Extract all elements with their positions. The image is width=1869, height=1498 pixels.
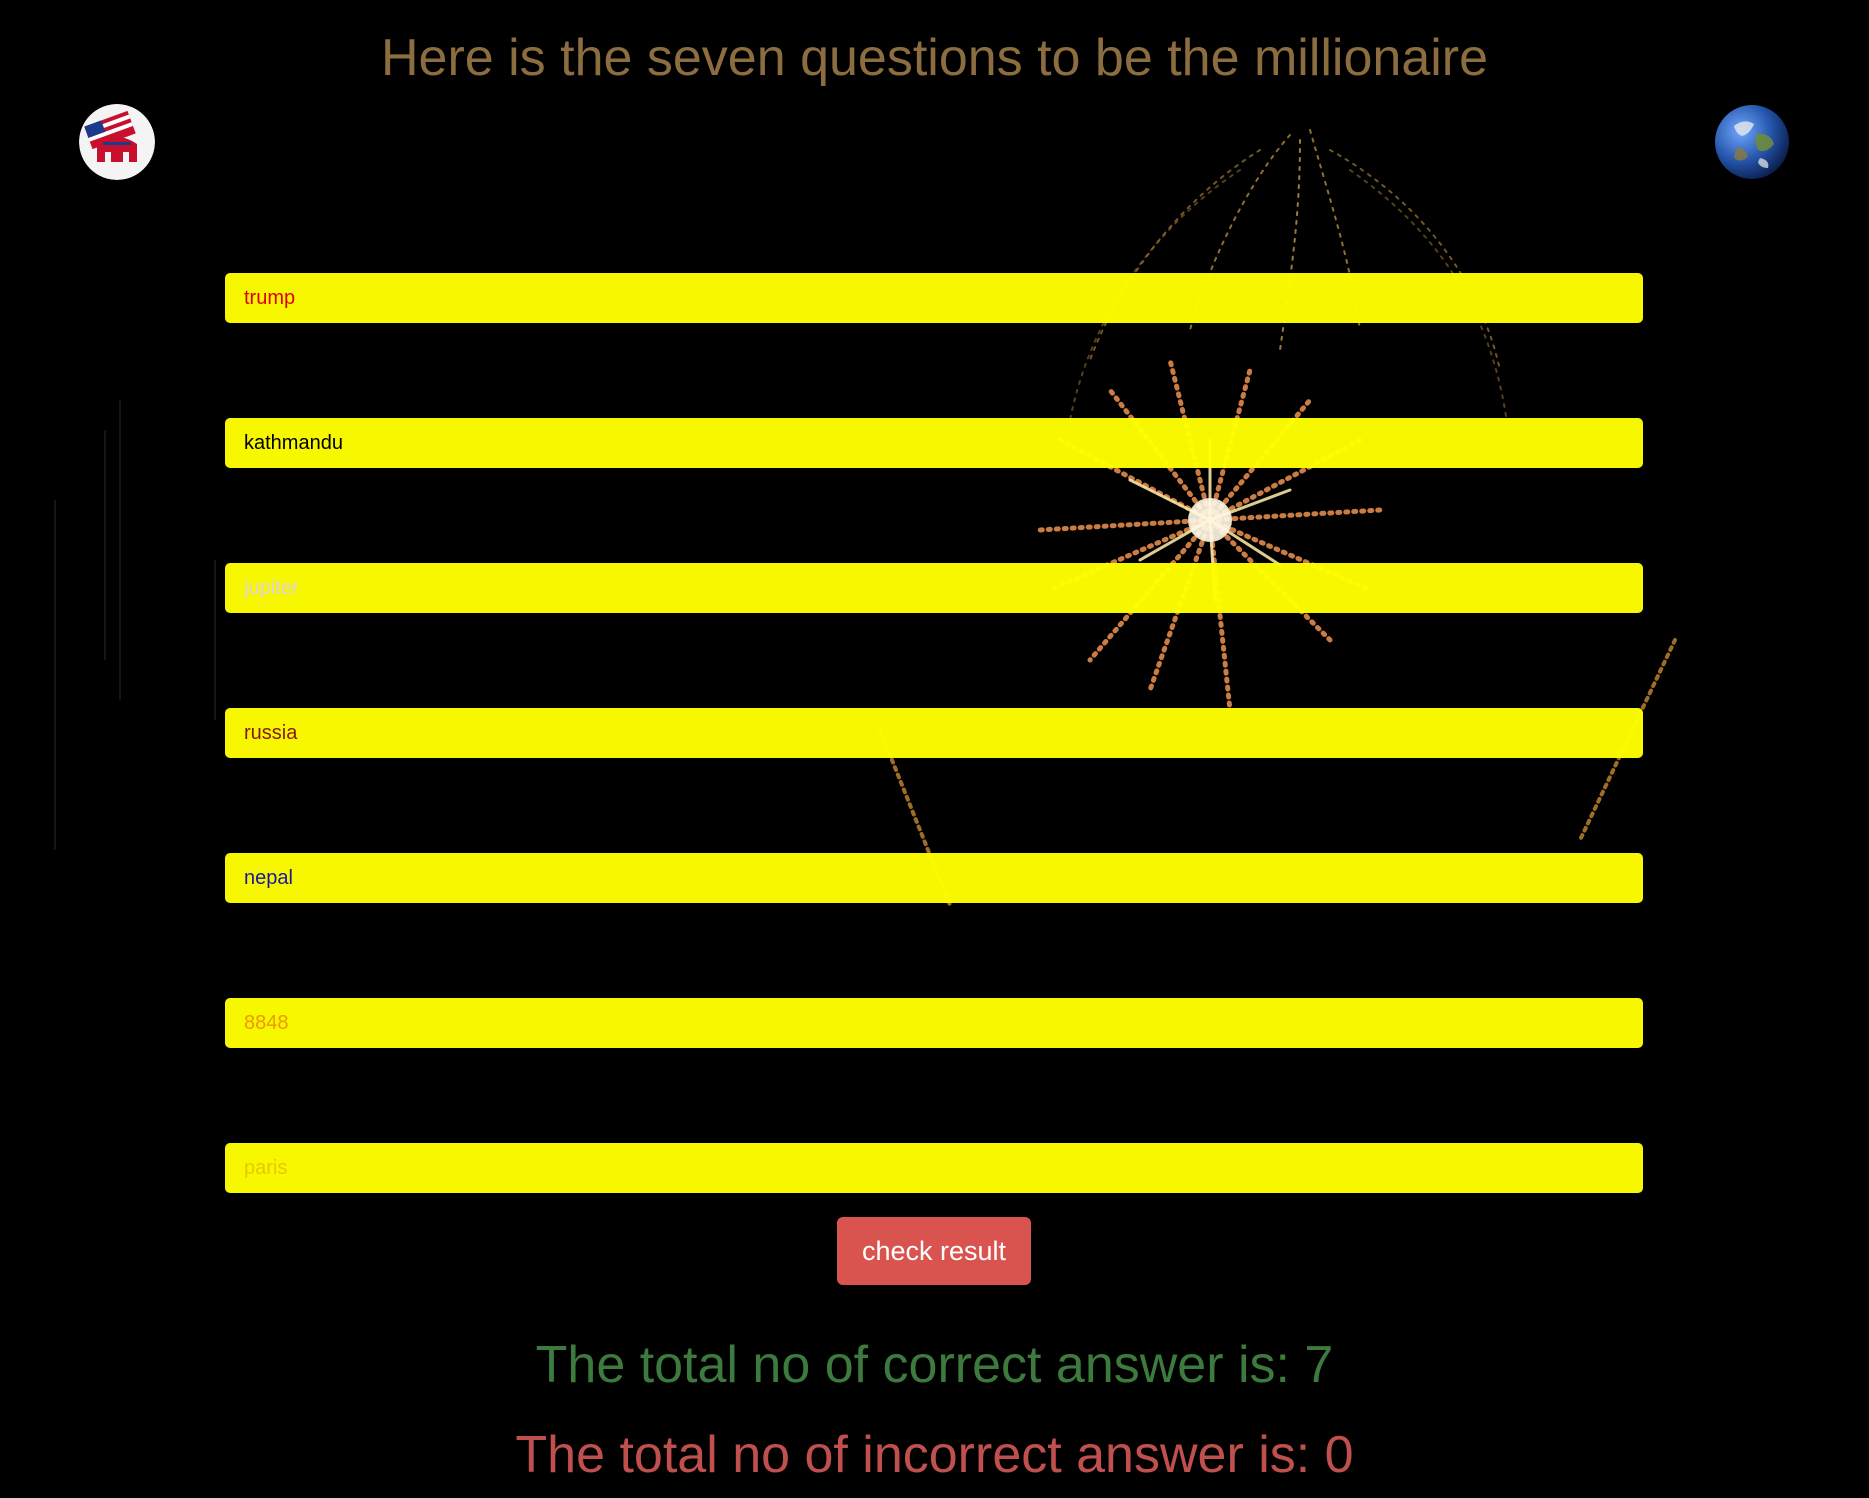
answer-field-4[interactable] <box>225 708 1643 758</box>
firework-trails <box>878 129 1677 907</box>
answer-field-6[interactable] <box>225 998 1643 1048</box>
earth-globe-icon <box>1714 104 1790 180</box>
answer-field-5[interactable] <box>225 853 1643 903</box>
background-sparkles <box>54 400 216 850</box>
correct-count-text: The total no of correct answer is: 7 <box>535 1336 1334 1394</box>
page-title: Here is the seven questions to be the mi… <box>380 29 1489 87</box>
check-result-button[interactable]: check result <box>837 1217 1031 1285</box>
american-flag-elephant-icon <box>79 104 155 180</box>
answer-field-1[interactable] <box>225 273 1643 323</box>
answer-field-2[interactable] <box>225 418 1643 468</box>
answer-field-7[interactable] <box>225 1143 1643 1193</box>
incorrect-count-text: The total no of incorrect answer is: 0 <box>515 1426 1354 1484</box>
firework-burst <box>1037 357 1383 713</box>
answer-field-3[interactable] <box>225 563 1643 613</box>
